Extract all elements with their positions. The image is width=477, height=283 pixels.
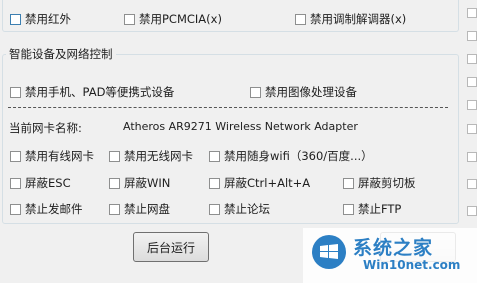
dashed-divider (8, 107, 448, 108)
sidebar-checkbox[interactable] (467, 31, 477, 41)
adapter-name: Atheros AR9271 Wireless Network Adapter (123, 120, 358, 133)
sidebar-checkbox[interactable] (467, 152, 477, 162)
sidebar-checkbox[interactable] (467, 179, 477, 189)
disable-portable-wifi-checkbox[interactable]: 禁用随身wifi（360/百度...） (209, 148, 373, 164)
checkbox-box[interactable] (343, 177, 354, 189)
adapter-label: 当前网卡名称: (9, 121, 82, 135)
checkbox-box[interactable] (10, 203, 21, 215)
checkbox-box[interactable] (343, 203, 354, 215)
watermark-logo: 系统之家 Win10net.com (303, 228, 477, 283)
sidebar-checkbox[interactable] (467, 206, 477, 216)
block-win-label: 屏蔽WIN (124, 176, 171, 190)
no-ftp-checkbox[interactable]: 禁止FTP (343, 201, 401, 217)
checkbox-box[interactable] (109, 203, 120, 215)
checkbox-box[interactable] (109, 177, 120, 189)
disable-imaging-checkbox[interactable]: 禁用图像处理设备 (250, 84, 357, 100)
background-run-button[interactable]: 后台运行 (133, 232, 209, 262)
checkbox-box[interactable] (209, 177, 220, 189)
block-esc-checkbox[interactable]: 屏蔽ESC (10, 175, 71, 191)
checkbox-box[interactable] (10, 177, 21, 189)
sidebar-checkbox[interactable] (467, 124, 477, 134)
sidebar-checkbox[interactable] (467, 77, 477, 87)
windows-logo-icon (312, 235, 346, 269)
disable-wireless-checkbox[interactable]: 禁用无线网卡 (109, 148, 193, 164)
disable-wireless-label: 禁用无线网卡 (124, 149, 193, 163)
disable-wired-checkbox[interactable]: 禁用有线网卡 (10, 148, 94, 164)
checkbox-box[interactable] (109, 150, 120, 162)
no-netdisk-label: 禁止网盘 (124, 202, 170, 216)
checkbox-box[interactable] (10, 150, 21, 162)
no-forum-label: 禁止论坛 (224, 202, 270, 216)
no-email-label: 禁止发邮件 (25, 202, 83, 216)
no-ftp-label: 禁止FTP (358, 202, 402, 216)
block-clipboard-checkbox[interactable]: 屏蔽剪切板 (343, 175, 416, 191)
block-esc-label: 屏蔽ESC (25, 176, 71, 190)
disable-wired-label: 禁用有线网卡 (25, 149, 94, 163)
checkbox-box[interactable] (10, 86, 21, 98)
disable-portable-checkbox[interactable]: 禁用手机、PAD等便携式设备 (10, 84, 174, 100)
checkbox-box[interactable] (209, 150, 220, 162)
checkbox-box[interactable] (209, 203, 220, 215)
no-forum-checkbox[interactable]: 禁止论坛 (209, 201, 270, 217)
disable-portable-wifi-label: 禁用随身wifi（360/百度...） (224, 149, 373, 163)
top-group-box (2, 0, 459, 32)
smart-devices-title: 智能设备及网络控制 (6, 46, 116, 62)
no-email-checkbox[interactable]: 禁止发邮件 (10, 201, 83, 217)
watermark-title: 系统之家 (353, 237, 434, 259)
disable-portable-label: 禁用手机、PAD等便携式设备 (25, 85, 175, 99)
disable-imaging-label: 禁用图像处理设备 (265, 85, 357, 99)
block-win-checkbox[interactable]: 屏蔽WIN (109, 175, 170, 191)
block-ctrl-alt-a-label: 屏蔽Ctrl+Alt+A (224, 176, 311, 190)
watermark-url: Win10net.com (363, 258, 461, 272)
smart-devices-group (2, 54, 459, 224)
sidebar-checkbox[interactable] (467, 54, 477, 64)
background-run-label: 后台运行 (146, 240, 195, 255)
checkbox-box[interactable] (250, 86, 261, 98)
sidebar-checkbox[interactable] (467, 8, 477, 18)
sidebar-checkbox[interactable] (467, 100, 477, 110)
block-ctrl-alt-a-checkbox[interactable]: 屏蔽Ctrl+Alt+A (209, 175, 310, 191)
no-netdisk-checkbox[interactable]: 禁止网盘 (109, 201, 170, 217)
block-clipboard-label: 屏蔽剪切板 (358, 176, 416, 190)
